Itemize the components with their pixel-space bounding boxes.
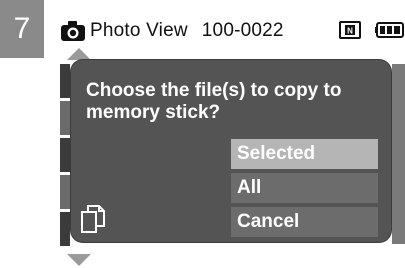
dialog-question: Choose the file(s) to copy to memory sti… [86, 80, 342, 123]
copy-dialog: Choose the file(s) to copy to memory sti… [71, 60, 391, 242]
battery-icon [375, 22, 404, 38]
scroll-down-arrow-icon[interactable] [67, 254, 91, 266]
svg-text:N: N [347, 27, 353, 36]
folder-file-number: 100-0022 [201, 20, 284, 41]
scroll-up-arrow-icon[interactable] [67, 48, 91, 60]
status-bar: Photo View 100-0022 [60, 18, 284, 44]
mode-title: Photo View [90, 20, 188, 41]
thumbnail[interactable] [60, 175, 70, 209]
camera-icon [61, 21, 85, 41]
thumbnail[interactable] [60, 138, 70, 172]
memory-stick-icon: N [339, 21, 361, 39]
option-selected[interactable]: Selected [231, 139, 378, 169]
thumbnail-strip [60, 64, 70, 246]
thumbnail[interactable] [60, 64, 70, 98]
thumbnail[interactable] [60, 101, 70, 135]
option-cancel[interactable]: Cancel [231, 207, 378, 237]
thumbnail[interactable] [60, 212, 70, 246]
copy-icon [81, 205, 105, 233]
option-all[interactable]: All [231, 173, 378, 203]
step-number-badge: 7 [0, 0, 44, 58]
preview-edge [392, 64, 405, 244]
